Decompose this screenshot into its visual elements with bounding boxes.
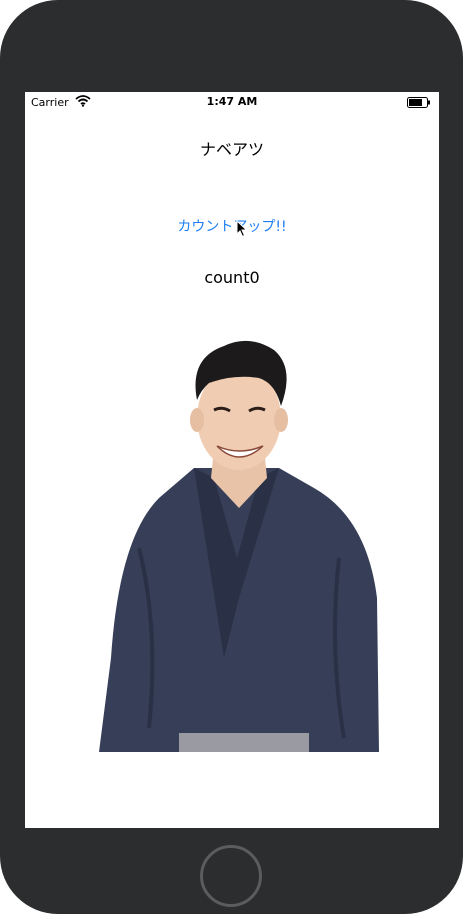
app-screen: Carrier 1:47 AM ナベアツ カウントアップ!! count0 (25, 92, 439, 828)
count-up-button[interactable]: カウントアップ!! (25, 216, 439, 236)
cursor-icon (236, 219, 248, 242)
page-title: ナベアツ (199, 140, 264, 159)
status-bar: Carrier 1:47 AM (25, 92, 439, 112)
portrait-image (99, 328, 379, 756)
battery-icon (407, 97, 431, 111)
home-button[interactable] (200, 845, 262, 907)
status-time: 1:47 AM (206, 95, 258, 108)
count-label: count0 (204, 268, 260, 287)
device-frame: Carrier 1:47 AM ナベアツ カウントアップ!! count0 (0, 0, 463, 914)
